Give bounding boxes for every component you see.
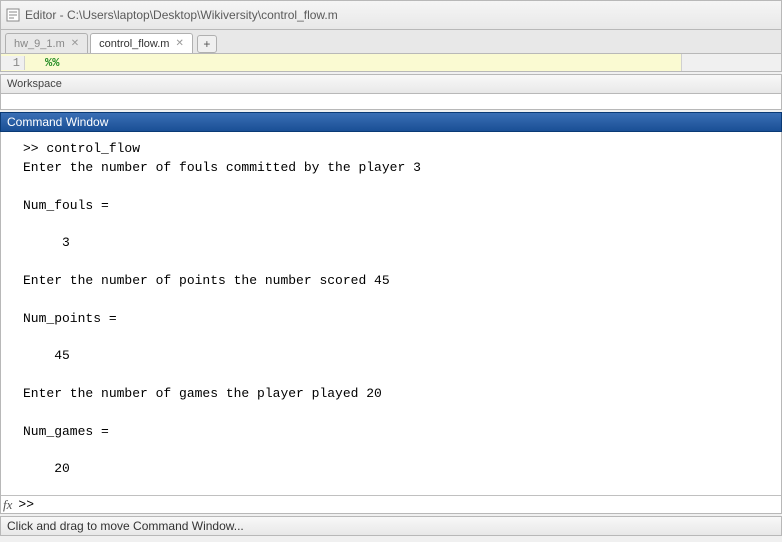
command-window-title: Command Window	[7, 115, 108, 129]
command-window-body[interactable]: >> control_flow Enter the number of foul…	[0, 132, 782, 514]
workspace-title: Workspace	[7, 78, 62, 90]
editor-icon	[5, 7, 21, 23]
tab-label: hw_9_1.m	[14, 38, 65, 50]
close-icon[interactable]: ✕	[71, 38, 79, 49]
command-window-header[interactable]: Command Window	[0, 112, 782, 132]
plus-icon: +	[203, 37, 210, 51]
add-tab-button[interactable]: +	[197, 35, 217, 53]
status-text: Click and drag to move Command Window...	[7, 519, 244, 533]
editor-title: Editor - C:\Users\laptop\Desktop\Wikiver…	[25, 8, 338, 22]
tab-control-flow[interactable]: control_flow.m ✕	[90, 33, 193, 53]
command-prompt: >>	[14, 497, 34, 512]
editor-titlebar: Editor - C:\Users\laptop\Desktop\Wikiver…	[0, 0, 782, 30]
workspace-header[interactable]: Workspace	[0, 74, 782, 94]
workspace-body[interactable]	[0, 94, 782, 110]
close-icon[interactable]: ✕	[175, 38, 183, 49]
status-bar: Click and drag to move Command Window...	[0, 516, 782, 536]
editor-tabs: hw_9_1.m ✕ control_flow.m ✕ +	[0, 30, 782, 54]
line-number: 1	[1, 56, 25, 70]
fx-icon[interactable]: fx	[1, 497, 14, 513]
code-section-marker: %%	[25, 56, 59, 70]
command-prompt-row[interactable]: fx >>	[1, 495, 781, 513]
code-margin	[681, 54, 781, 71]
tab-hw91[interactable]: hw_9_1.m ✕	[5, 33, 88, 53]
editor-code-area[interactable]: 1 %%	[0, 54, 782, 72]
command-output: >> control_flow Enter the number of foul…	[1, 140, 781, 514]
tab-label: control_flow.m	[99, 38, 169, 50]
